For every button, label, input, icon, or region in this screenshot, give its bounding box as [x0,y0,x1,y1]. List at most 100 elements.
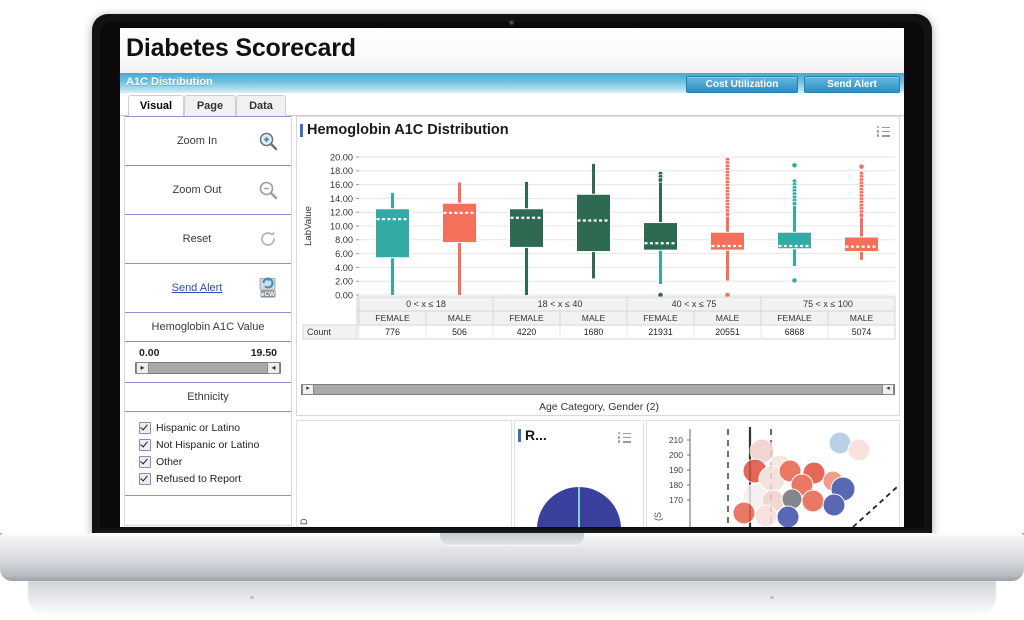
svg-text:776: 776 [385,327,400,337]
svg-text:8.00: 8.00 [335,235,353,245]
svg-text:5074: 5074 [852,327,872,337]
svg-text:16.00: 16.00 [330,180,353,190]
checkbox-refused-to-report[interactable]: Refused to Report [139,470,291,487]
svg-text:4220: 4220 [517,327,537,337]
checkbox-icon[interactable] [139,455,151,468]
checkbox-other[interactable]: Other [139,453,291,470]
svg-text:20.00: 20.00 [330,152,353,162]
hemoglobin-filter-title: Hemoglobin A1C Value [125,312,291,341]
checkbox-label: Refused to Report [156,472,242,485]
laptop-reflection [28,581,996,615]
slider-handle-left[interactable]: ▸ [136,362,149,374]
checkbox-hispanic-or-latino[interactable]: Hispanic or Latino [139,419,291,436]
svg-text:LabValue: LabValue [303,206,314,246]
sidebar-item-label[interactable]: Send Alert [125,282,251,294]
svg-text:FEMALE: FEMALE [777,313,812,323]
sidebar: Zoom In Zoom Out Reset Send Alert eCW He… [124,116,292,526]
section-bar: A1C Distribution Cost Utilization Send A… [120,73,904,94]
boxplot-area: 0.00 2.00 4.00 6.00 8.00 10.00 12.00 14.00 16.00… [297,145,901,417]
ethnicity-checkbox-list: Hispanic or Latino Not Hispanic or Latin… [125,412,291,496]
title-accent-bar [300,124,303,137]
ecw-send-icon[interactable]: eCW [251,276,285,300]
list-legend-icon[interactable] [618,432,631,443]
pie-chart [537,487,621,528]
svg-text:75 < x ≤ 100: 75 < x ≤ 100 [803,299,853,309]
checkbox-not-hispanic-or-latino[interactable]: Not Hispanic or Latino [139,436,291,453]
reset-icon[interactable] [251,229,285,249]
sidebar-item-reset[interactable]: Reset [125,214,291,263]
svg-text:4.00: 4.00 [335,263,353,273]
svg-text:20551: 20551 [715,327,740,337]
checkbox-label: Not Hispanic or Latino [156,438,260,451]
lower-pie-title: R... [525,427,547,443]
svg-text:18 < x ≤ 40: 18 < x ≤ 40 [538,299,583,309]
lower-panel-scatter: 210 200 190 180 170 (S [646,420,900,528]
svg-text:506: 506 [452,327,467,337]
tab-strip: Visual Page Data [120,93,904,117]
lower-panel-pie: R... [514,420,644,528]
svg-text:14.00: 14.00 [330,194,353,204]
chart-panel-header: Hemoglobin A1C Distribution [297,117,899,145]
list-legend-icon[interactable] [877,126,890,137]
checkbox-icon[interactable] [139,421,151,434]
sidebar-item-zoom-in[interactable]: Zoom In [125,116,291,165]
svg-text:210: 210 [669,435,683,445]
tab-visual[interactable]: Visual [128,95,184,117]
slider-min-value: 0.00 [139,347,160,359]
svg-text:0.00: 0.00 [335,290,353,300]
boxplot-svg: 0.00 2.00 4.00 6.00 8.00 10.00 12.00 14.00 16.00… [302,152,896,340]
svg-text:12.00: 12.00 [330,208,353,218]
scroll-right-arrow[interactable]: ◂ [882,384,894,395]
tab-page[interactable]: Page [184,95,236,116]
svg-text:MALE: MALE [582,313,606,323]
sidebar-item-send-alert[interactable]: Send Alert eCW [125,263,291,312]
laptop-base-notch [440,533,584,546]
sidebar-item-zoom-out[interactable]: Zoom Out [125,165,291,214]
svg-text:200: 200 [669,450,683,460]
checkbox-icon[interactable] [139,472,151,485]
title-accent-bar [518,429,521,442]
tab-data[interactable]: Data [236,95,286,116]
ethnicity-title: Ethnicity [125,382,291,412]
cost-utilization-button[interactable]: Cost Utilization [686,76,798,93]
lower-panel-row: D R... 210 200 190 180 170 (S [296,420,900,528]
chart-horizontal-scrollbar[interactable]: ▸ ◂ [301,384,895,395]
slider-track[interactable]: ▸ ◂ [135,362,281,374]
checkbox-label: Other [156,455,183,468]
svg-text:FEMALE: FEMALE [375,313,410,323]
svg-text:180: 180 [669,480,683,490]
svg-text:MALE: MALE [448,313,472,323]
slider-max-value: 19.50 [250,347,277,359]
lower-left-chart: D [299,518,309,525]
svg-text:FEMALE: FEMALE [643,313,678,323]
svg-text:170: 170 [669,495,683,505]
svg-text:(S: (S [653,512,663,521]
scroll-left-arrow[interactable]: ▸ [302,384,314,395]
svg-text:10.00: 10.00 [330,221,353,231]
svg-text:18.00: 18.00 [330,166,353,176]
svg-text:6868: 6868 [785,327,805,337]
svg-text:MALE: MALE [716,313,740,323]
section-label: A1C Distribution [126,76,213,88]
hemoglobin-range-slider[interactable]: 0.00 19.50 ▸ ◂ [125,341,291,382]
zoom-in-icon[interactable] [251,131,285,151]
sidebar-item-label: Zoom Out [172,184,222,196]
bubble-scatter-chart: 210 200 190 180 170 (S [653,427,898,528]
checkbox-label: Hispanic or Latino [156,421,241,434]
svg-text:6.00: 6.00 [335,249,353,259]
slider-handle-right[interactable]: ◂ [267,362,280,374]
svg-text:MALE: MALE [850,313,874,323]
send-alert-button[interactable]: Send Alert [804,76,900,93]
checkbox-icon[interactable] [139,438,151,451]
svg-text:eCW: eCW [261,291,276,298]
laptop-screen: Diabetes Scorecard A1C Distribution Cost… [120,28,904,528]
chart-x-axis-label: Age Category, Gender (2) [538,401,660,413]
zoom-out-icon[interactable] [251,180,285,200]
app-header: Diabetes Scorecard [120,28,904,74]
svg-text:40 < x ≤ 75: 40 < x ≤ 75 [672,299,717,309]
slider-values: 0.00 19.50 [135,347,281,362]
chart-panel: Hemoglobin A1C Distribution 0.00 2.00 4.00… [296,116,900,416]
application-window: Diabetes Scorecard A1C Distribution Cost… [120,28,904,528]
svg-text:D: D [299,518,309,525]
svg-text:2.00: 2.00 [335,277,353,287]
